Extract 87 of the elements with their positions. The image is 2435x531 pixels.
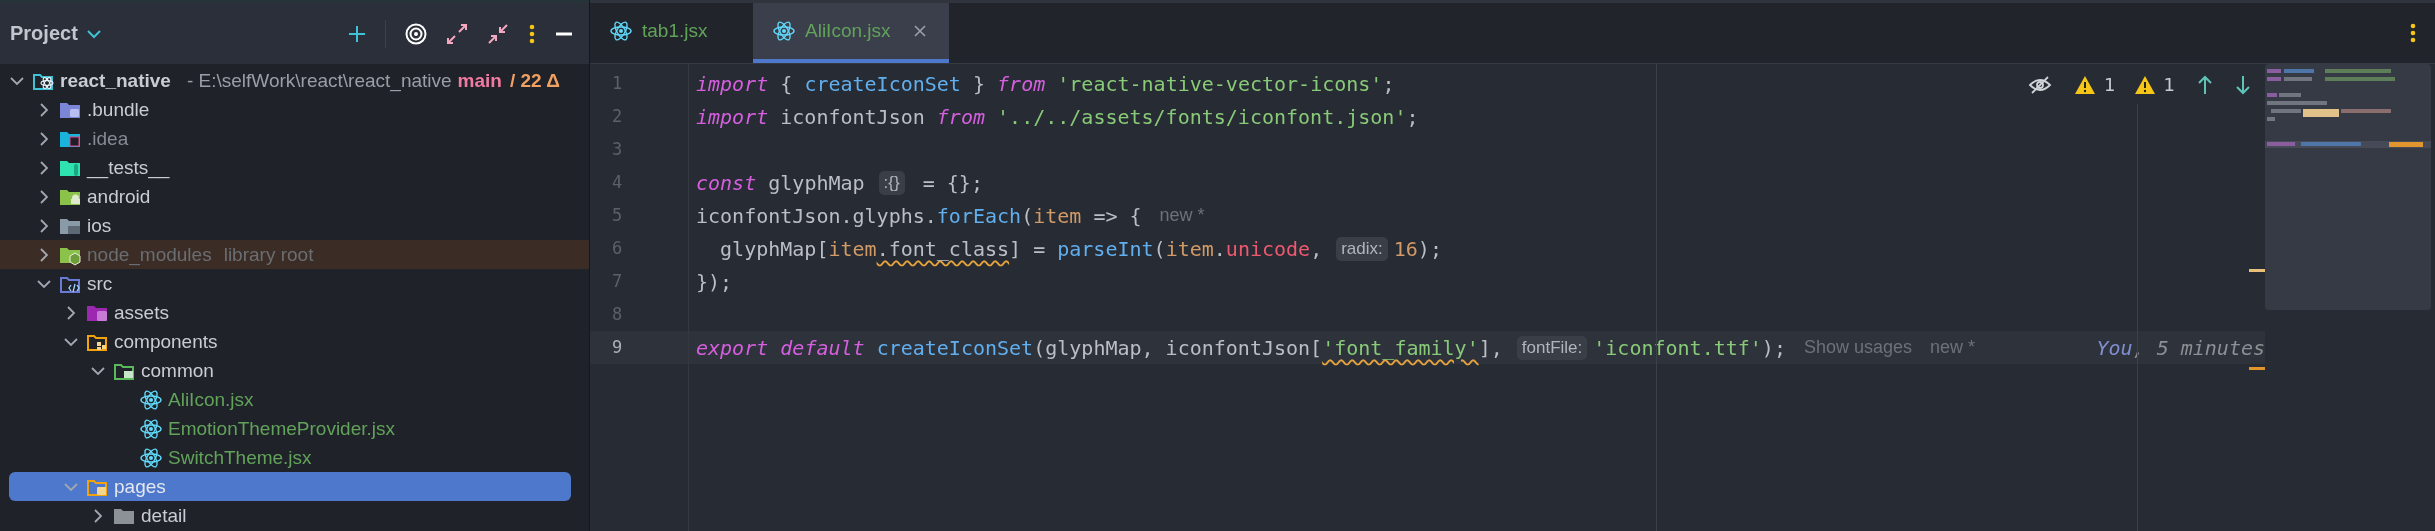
chevron-right-icon[interactable] bbox=[91, 508, 105, 523]
tree-row[interactable]: SwitchTheme.jsx bbox=[0, 443, 589, 472]
chevron-down-icon[interactable] bbox=[85, 27, 102, 40]
code-text: = {}; bbox=[921, 170, 983, 195]
tree-label: EmotionThemeProvider.jsx bbox=[168, 417, 396, 440]
chevron-right-icon[interactable] bbox=[37, 102, 51, 117]
tree-row[interactable]: .idea bbox=[0, 124, 589, 153]
warning-icon[interactable] bbox=[2133, 74, 2156, 95]
target-icon[interactable] bbox=[405, 22, 427, 45]
tree-row[interactable]: ios bbox=[0, 211, 589, 240]
inlay-hint: radix: bbox=[1336, 236, 1388, 261]
arrow-down-icon[interactable] bbox=[2235, 74, 2251, 95]
warning-icon[interactable] bbox=[2074, 74, 2097, 95]
git-branch: main bbox=[457, 69, 502, 92]
tree-row[interactable]: __tests__ bbox=[0, 153, 589, 182]
react-atom-icon bbox=[610, 20, 632, 42]
tree-note: library root bbox=[223, 243, 314, 266]
code-text: }); bbox=[696, 269, 733, 294]
tree-label: AliIcon.jsx bbox=[168, 388, 254, 411]
tree-row[interactable]: components bbox=[0, 327, 589, 356]
tree-label: detail bbox=[141, 504, 187, 527]
tree-label: react_native bbox=[60, 69, 171, 92]
tree-label: common bbox=[141, 359, 214, 382]
line-number: 6 bbox=[611, 237, 624, 260]
line-number: 3 bbox=[611, 138, 624, 161]
tree-row[interactable]: pages bbox=[9, 472, 571, 501]
project-path: - E:\selfWork\react\react_native bbox=[186, 69, 452, 92]
code-text: 16); bbox=[1393, 236, 1442, 261]
chevron-right-icon[interactable] bbox=[37, 247, 51, 262]
code-text: iconfontJson.glyphs.forEach(item => { bbox=[696, 203, 1142, 228]
code-text: import iconfontJson from '../../assets/fonts/iconfont.json'; bbox=[696, 104, 1419, 129]
tree-label: .idea bbox=[87, 127, 129, 150]
warning-count[interactable]: 1 bbox=[2163, 74, 2175, 95]
inlay-hint: :{} bbox=[878, 170, 905, 195]
collapse-all-icon[interactable] bbox=[487, 22, 509, 45]
chevron-right-icon[interactable] bbox=[64, 305, 78, 320]
close-icon[interactable] bbox=[912, 24, 927, 38]
tree-row[interactable]: android bbox=[0, 182, 589, 211]
tree-row[interactable]: detail bbox=[0, 501, 589, 530]
line-number: 4 bbox=[611, 171, 624, 194]
tree-row[interactable]: EmotionThemeProvider.jsx bbox=[0, 414, 589, 443]
react-atom-icon bbox=[140, 446, 162, 469]
expand-all-icon[interactable] bbox=[446, 22, 468, 45]
code-text: glyphMap[item.font_class] = parseInt(item.unicode, bbox=[719, 236, 1323, 261]
chevron-right-icon[interactable] bbox=[37, 160, 51, 175]
tree-label: node_modules bbox=[87, 243, 212, 266]
line-number: 8 bbox=[611, 303, 624, 326]
chevron-right-icon[interactable] bbox=[37, 218, 51, 233]
tree-row[interactable]: common bbox=[0, 356, 589, 385]
tree-label: src bbox=[87, 272, 113, 295]
tree-label: pages bbox=[114, 475, 166, 498]
line-number: 1 bbox=[611, 72, 624, 95]
tree-label: components bbox=[114, 330, 218, 353]
tree-row[interactable]: AliIcon.jsx bbox=[0, 385, 589, 414]
editor-tab[interactable]: tab1.jsx bbox=[590, 3, 753, 63]
line-number: 9 bbox=[590, 331, 688, 364]
tree-row[interactable]: .bundle bbox=[0, 95, 589, 124]
arrow-up-icon[interactable] bbox=[2197, 74, 2213, 95]
more-icon[interactable] bbox=[2409, 22, 2417, 44]
react-atom-icon bbox=[140, 388, 162, 411]
tree-label: SwitchTheme.jsx bbox=[168, 446, 312, 469]
tree-label: assets bbox=[114, 301, 169, 324]
tree-label: .bundle bbox=[87, 98, 150, 121]
tree-label: android bbox=[87, 185, 151, 208]
warning-count[interactable]: 1 bbox=[2104, 74, 2116, 95]
code-text: const glyphMap bbox=[696, 170, 865, 195]
panel-title[interactable]: Project bbox=[10, 22, 78, 45]
chevron-right-icon[interactable] bbox=[37, 131, 51, 146]
plus-icon[interactable] bbox=[348, 24, 366, 43]
tree-label: __tests__ bbox=[87, 156, 170, 179]
more-icon[interactable] bbox=[528, 22, 536, 45]
react-atom-icon bbox=[140, 417, 162, 440]
hidden-eye-icon[interactable] bbox=[2028, 74, 2053, 95]
code-text: export default createIconSet(glyphMap, iconfontJson['font_family'], bbox=[696, 335, 1503, 360]
chevron-right-icon[interactable] bbox=[37, 189, 51, 204]
react-atom-icon bbox=[773, 20, 795, 42]
change-count: / 22 Δ bbox=[509, 69, 560, 92]
line-number: 5 bbox=[611, 204, 624, 227]
inlay-hint: fontFile: bbox=[1516, 335, 1588, 360]
code-text: 'iconfont.ttf'); bbox=[1593, 335, 1786, 360]
tree-row[interactable]: react_native - E:\selfWork\react\react_native main / 22 Δ bbox=[0, 66, 589, 95]
tree-row[interactable]: src bbox=[0, 269, 589, 298]
code-text: import { createIconSet } from 'react-native-vector-icons'; bbox=[696, 71, 1395, 96]
line-number: 2 bbox=[611, 105, 624, 128]
tree-label: ios bbox=[87, 214, 112, 237]
tree-row[interactable]: assets bbox=[0, 298, 589, 327]
line-number: 7 bbox=[611, 270, 624, 293]
